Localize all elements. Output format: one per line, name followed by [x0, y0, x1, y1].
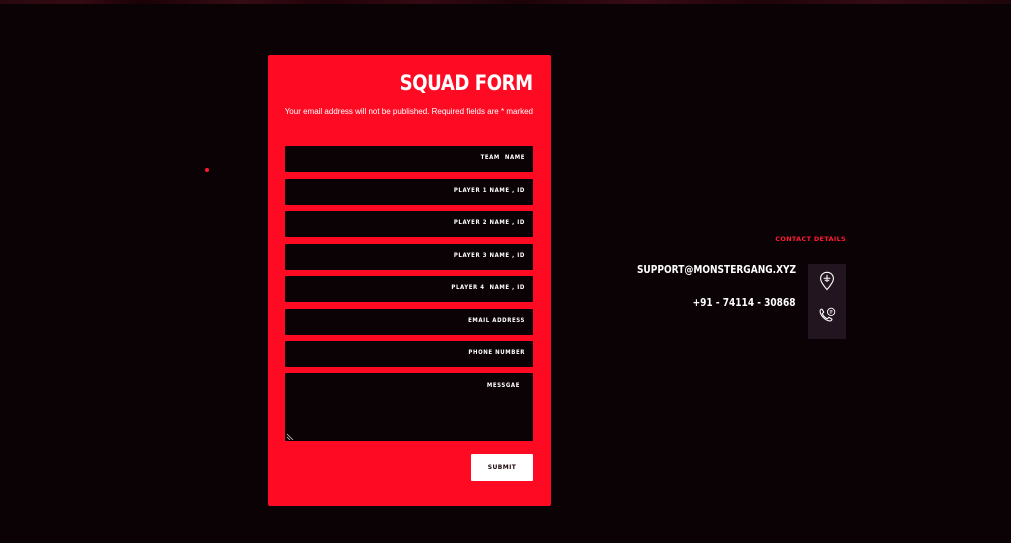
contact-heading: CONTACT DETAILS — [775, 235, 846, 243]
player-4-placeholder: PLAYER 4 NAME , ID — [451, 284, 525, 291]
email-placeholder: EMAIL ADDRESS — [468, 317, 525, 324]
player-1-placeholder: PLAYER 1 NAME , ID — [453, 187, 525, 194]
decorative-dot — [205, 168, 209, 172]
player-3-field[interactable]: PLAYER 3 NAME , ID — [285, 244, 533, 270]
player-2-field[interactable]: PLAYER 2 NAME , ID — [285, 211, 533, 237]
player-3-placeholder: PLAYER 3 NAME , ID — [453, 252, 525, 259]
phone-icon — [819, 307, 836, 322]
player-4-field[interactable]: PLAYER 4 NAME , ID — [285, 276, 533, 302]
team-name-placeholder: TEAM NAME — [480, 154, 525, 161]
form-title: SQUAD FORM — [399, 71, 533, 95]
player-1-field[interactable]: PLAYER 1 NAME , ID — [285, 179, 533, 205]
message-placeholder: MESSGAE — [486, 382, 520, 389]
submit-button[interactable]: SUBMIT — [471, 454, 533, 481]
email-field[interactable]: EMAIL ADDRESS — [285, 309, 533, 335]
resize-handle-icon[interactable] — [286, 432, 294, 440]
phone-placeholder: PHONE NUMBER — [468, 349, 525, 356]
contact-email[interactable]: SUPPORT@MONSTERGANG.XYZ — [637, 263, 796, 276]
contact-phone[interactable]: +91 - 74114 - 30868 — [693, 296, 796, 309]
squad-form: SQUAD FORM Your email address will not b… — [268, 55, 551, 506]
phone-field[interactable]: PHONE NUMBER — [285, 341, 533, 367]
form-note: Your email address will not be published… — [284, 107, 533, 116]
header-image-strip — [0, 0, 1011, 4]
team-name-field[interactable]: TEAM NAME — [285, 146, 533, 172]
location-pin-icon — [820, 271, 834, 291]
message-textarea[interactable]: MESSGAE — [285, 373, 533, 441]
player-2-placeholder: PLAYER 2 NAME , ID — [453, 219, 525, 226]
contact-icon-panel — [808, 264, 846, 339]
